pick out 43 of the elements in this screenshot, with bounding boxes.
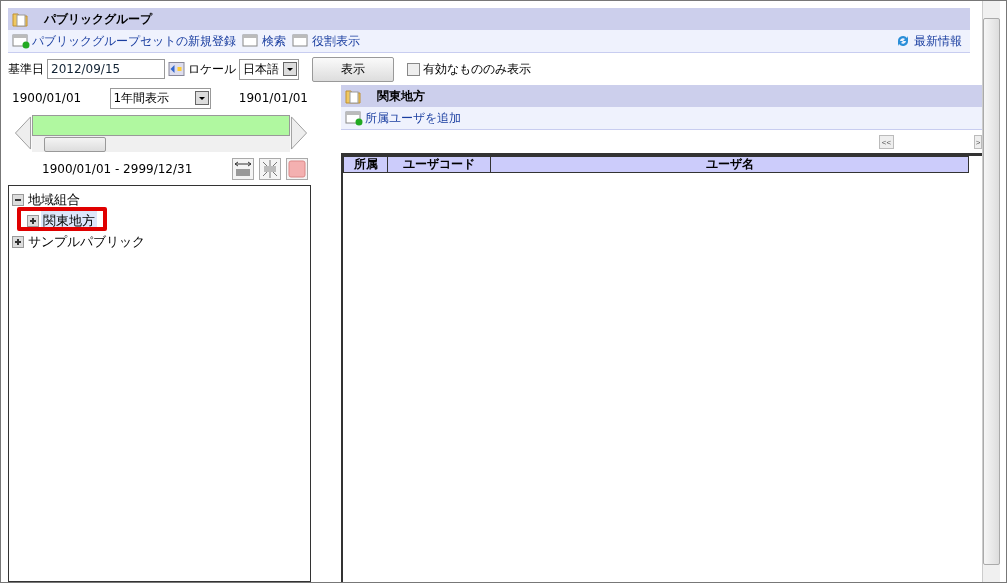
checkbox[interactable]: [407, 62, 420, 76]
date-label: 基準日: [8, 60, 44, 78]
prev-page-button[interactable]: <<: [879, 135, 894, 149]
toggle-icon[interactable]: [12, 193, 24, 206]
column-header[interactable]: ユーザ名: [491, 157, 968, 172]
toolbar-link[interactable]: 検索: [262, 32, 286, 50]
toggle-icon[interactable]: [12, 235, 24, 248]
toolbar-link[interactable]: 役割表示: [312, 32, 360, 50]
add-window-icon: [345, 110, 363, 126]
page-scrollbar[interactable]: [982, 1, 1000, 582]
locale-label: ロケール: [188, 60, 236, 78]
end-date: 1901/01/01: [238, 91, 308, 105]
window-icon: [242, 33, 260, 49]
tree-item[interactable]: 地域組合: [26, 189, 82, 210]
expand-width-icon[interactable]: [232, 158, 254, 180]
toolbar-link[interactable]: パブリックグループセットの新規登録: [32, 32, 236, 50]
right-arrow-icon[interactable]: [290, 116, 308, 150]
dropdown-icon: [283, 62, 297, 76]
calendar-icon[interactable]: [168, 62, 185, 76]
column-header[interactable]: ユーザコード: [388, 157, 491, 172]
checkbox-label: 有効なもののみ表示: [423, 60, 531, 78]
folder-icon: [345, 88, 361, 104]
split-icon[interactable]: [259, 158, 281, 180]
dropdown-icon: [194, 91, 209, 105]
tree-item[interactable]: サンプルパブリック: [26, 231, 147, 252]
period-select[interactable]: 1年間表示: [109, 87, 211, 109]
locale-select[interactable]: 日本語: [239, 58, 299, 80]
date-range: 1900/01/01 - 2999/12/31: [42, 162, 193, 176]
window-icon: [292, 33, 310, 49]
column-header[interactable]: 所属: [344, 157, 388, 172]
stop-icon[interactable]: [286, 158, 308, 180]
folder-icon: [12, 11, 28, 27]
add-window-icon: [12, 33, 30, 49]
panel-title: 関東地方: [377, 87, 425, 105]
left-arrow-icon[interactable]: [14, 116, 32, 150]
refresh-link[interactable]: 最新情報: [914, 32, 962, 50]
page-title: パブリックグループ: [44, 10, 152, 28]
start-date: 1900/01/01: [12, 91, 82, 105]
date-field[interactable]: 2012/09/15: [47, 59, 165, 79]
scroll-thumb[interactable]: [44, 136, 106, 152]
add-user-link[interactable]: 所属ユーザを追加: [365, 109, 461, 127]
show-button[interactable]: 表示: [312, 56, 394, 82]
toggle-icon[interactable]: [27, 214, 39, 227]
